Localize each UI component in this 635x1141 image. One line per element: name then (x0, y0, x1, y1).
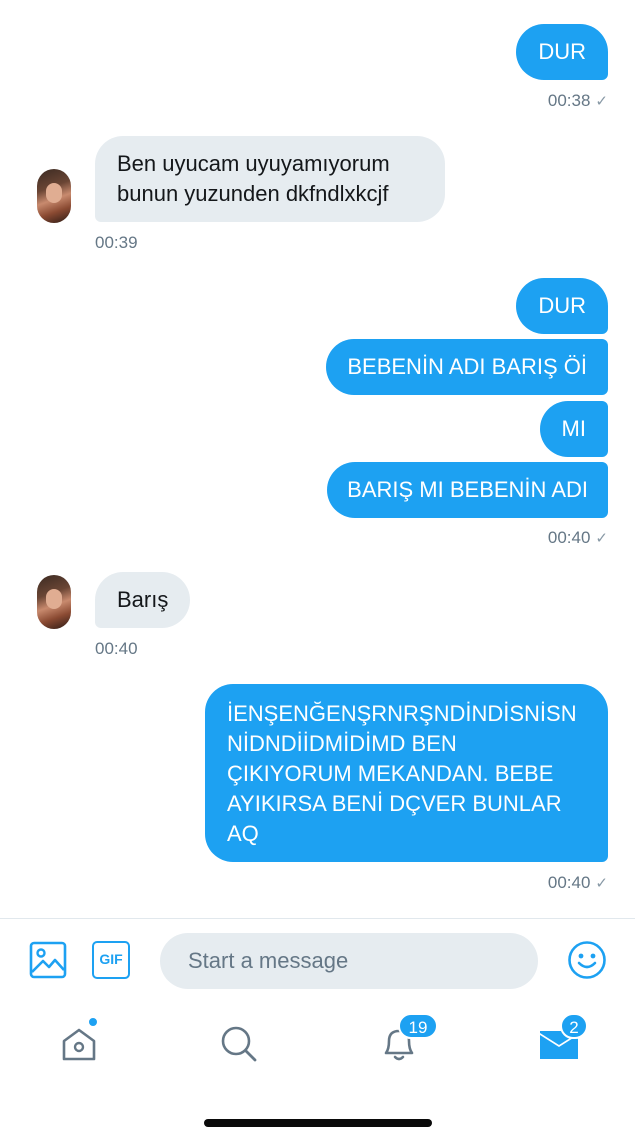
message-timestamp: 00:40 (95, 639, 138, 658)
tab-messages[interactable]: 2 (536, 1013, 588, 1071)
gif-icon[interactable]: GIF (92, 941, 130, 979)
sent-check-icon: ✓ (595, 93, 608, 110)
incoming-message[interactable]: Ben uyucam uyuyamıyorum bunun yuzunden d… (95, 136, 445, 222)
message-input[interactable] (160, 933, 538, 989)
message-text: İENŞENĞENŞRNRŞNDİNDİSNİSN NİDNDİİDMİDİMD… (227, 701, 577, 846)
message-text: Ben uyucam uyuyamıyorum bunun yuzunden d… (117, 151, 390, 206)
new-activity-dot (88, 1017, 98, 1027)
tab-bar: 19 2 (0, 1003, 635, 1093)
messages-count-badge: 2 (560, 1013, 588, 1039)
message-text: MI (561, 416, 586, 441)
outgoing-message[interactable]: İENŞENĞENŞRNRŞNDİNDİSNİSN NİDNDİİDMİDİMD… (205, 684, 608, 862)
search-icon (221, 1026, 257, 1062)
message-timestamp: 00:40 ✓ (547, 873, 608, 892)
emoji-icon[interactable] (567, 940, 607, 985)
message-timestamp: 00:39 (95, 233, 138, 252)
outgoing-message[interactable]: MI (539, 401, 608, 457)
conversation[interactable]: DUR 00:38 ✓ Ben uyucam uyuyamıyorum bunun… (0, 0, 635, 918)
image-icon[interactable] (29, 941, 67, 984)
tab-home[interactable] (56, 1017, 106, 1071)
message-composer: GIF (0, 919, 635, 1003)
message-text: BARIŞ MI BEBENİN ADI (347, 477, 588, 502)
avatar[interactable] (37, 169, 71, 223)
sent-check-icon: ✓ (595, 875, 608, 892)
outgoing-message[interactable]: DUR (516, 278, 608, 334)
incoming-message[interactable]: Barış (95, 572, 191, 628)
home-indicator[interactable] (204, 1119, 432, 1127)
outgoing-message[interactable]: DUR (516, 24, 608, 80)
avatar[interactable] (37, 575, 71, 629)
message-timestamp: 00:40 ✓ (547, 528, 608, 547)
message-text: BEBENİN ADI BARIŞ Öİ (347, 354, 587, 379)
outgoing-message[interactable]: BEBENİN ADI BARIŞ Öİ (326, 339, 608, 395)
outgoing-message[interactable]: BARIŞ MI BEBENİN ADI (327, 462, 608, 518)
message-timestamp: 00:38 ✓ (547, 91, 608, 110)
tab-search[interactable] (216, 1021, 266, 1071)
sent-check-icon: ✓ (595, 530, 608, 547)
message-text: DUR (538, 293, 586, 318)
tab-notifications[interactable]: 19 (376, 1013, 438, 1071)
home-icon (62, 1028, 96, 1061)
message-text: DUR (538, 39, 586, 64)
notifications-count-badge: 19 (398, 1013, 438, 1039)
message-text: Barış (117, 587, 169, 612)
